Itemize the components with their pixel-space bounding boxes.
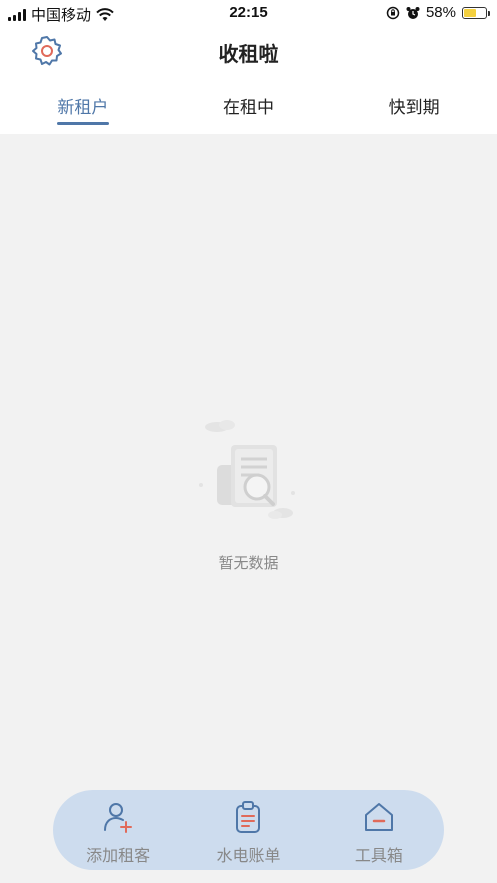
nav-label: 添加租客 [86,846,151,865]
alarm-icon [406,6,420,19]
tab-bar: 新租户 在租中 快到期 [0,88,497,134]
battery-icon [462,6,490,19]
tab-label: 快到期 [388,98,440,118]
battery-level-fill [464,8,477,17]
nav-label: 水电账单 [216,846,281,865]
toolbox-home-icon [364,803,393,831]
battery-percent: 58% [425,4,456,21]
nav-utility-bills[interactable]: 水电账单 [183,790,313,870]
status-bar: 中国移动 22:15 58% [0,0,497,26]
orientation-lock-icon [386,6,400,19]
document-search-icon [199,420,295,519]
bottom-nav: 添加租客 水电账单 工具箱 [53,790,444,870]
tab-label: 在租中 [223,98,274,118]
status-bar-right: 58% [386,4,490,21]
page-title: 收租啦 [218,42,279,66]
nav-toolbox[interactable]: 工具箱 [314,790,444,870]
nav-add-tenant[interactable]: 添加租客 [53,790,183,870]
tab-label: 新租户 [57,98,109,118]
tab-renting[interactable]: 在租中 [166,88,332,134]
app-header: 收租啦 新租户 在租中 快到期 [0,26,497,134]
add-user-icon [104,803,133,833]
nav-label: 工具箱 [354,846,403,865]
active-tab-indicator [56,122,109,125]
empty-state-text: 暂无数据 [218,554,279,572]
tab-new-tenants[interactable]: 新租户 [0,88,166,134]
tab-expiring[interactable]: 快到期 [331,88,497,134]
clipboard-icon [236,801,261,833]
